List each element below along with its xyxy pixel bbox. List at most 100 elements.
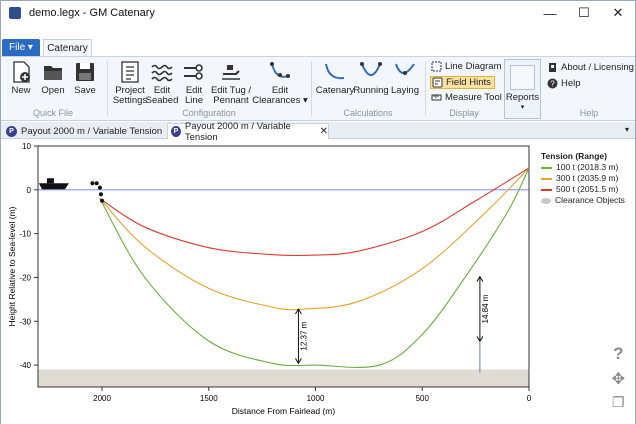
line-node-dot xyxy=(98,192,103,197)
line-diagram-toggle[interactable]: Line Diagram xyxy=(431,61,502,72)
group-label-display: Display xyxy=(449,108,479,118)
laying-button[interactable]: Laying xyxy=(391,60,419,96)
vessel-hull-icon xyxy=(38,183,69,190)
minimize-button[interactable]: — xyxy=(533,1,567,25)
catenary-curve-icon xyxy=(325,63,345,80)
reports-button[interactable]: Reports ▾ xyxy=(504,59,541,119)
ruler-icon xyxy=(431,94,442,101)
catenary-series-line xyxy=(99,167,530,257)
payout-icon: P xyxy=(6,125,17,137)
group-help: About / Licensing ? Help Help xyxy=(545,57,634,120)
save-disk-icon xyxy=(76,63,94,81)
close-tab-icon[interactable]: ✕ xyxy=(320,126,328,137)
tug-pennant-icon xyxy=(222,65,240,80)
catenary-series-line xyxy=(99,167,530,311)
catenary-chart[interactable]: 10 0 -10 -20 -30 -40 2000 1500 1000 500 0 Distance … xyxy=(1,140,635,424)
clearance-curve-icon xyxy=(270,62,290,78)
edit-tug-pennant-button[interactable]: Edit Tug / Pennant xyxy=(211,60,251,106)
group-calculations: Catenary Running Laying Calculations xyxy=(313,57,423,120)
seabed-area xyxy=(38,369,529,387)
legend-title: Tension (Range) xyxy=(541,151,607,161)
group-display: Line Diagram Field Hints Measure Tool Di… xyxy=(427,57,502,120)
edit-clearances-label: Edit Clearances ▾ xyxy=(252,85,308,106)
x-axis-label: Distance From Fairlead (m) xyxy=(232,406,336,416)
line-node-dot xyxy=(90,181,95,186)
reports-dropdown-icon: ▾ xyxy=(520,104,525,111)
catenary-label: Catenary xyxy=(315,85,355,96)
x-tick-label: 500 xyxy=(416,394,430,403)
svg-text:?: ? xyxy=(550,80,555,89)
copy-icon[interactable]: ❐ xyxy=(612,394,625,411)
ribbon-divider xyxy=(311,61,312,116)
legend-item: 100 t (2018.3 m) xyxy=(541,162,625,173)
edit-line-button[interactable]: Edit Line xyxy=(181,60,207,106)
new-button[interactable]: New xyxy=(9,60,33,96)
help-button[interactable]: ? Help xyxy=(547,78,581,89)
reports-label: Reports xyxy=(505,92,540,103)
file-menu-tab[interactable]: File ▾ xyxy=(2,39,40,56)
y-axis-label: Height Relative to Sea-level (m) xyxy=(7,206,17,326)
group-label-calculations: Calculations xyxy=(343,108,393,118)
tab-catenary[interactable]: Catenary xyxy=(43,39,92,57)
help-question-icon[interactable]: ? xyxy=(613,344,623,364)
y-tick-label: 0 xyxy=(27,186,32,195)
maximize-button[interactable]: ☐ xyxy=(567,1,601,25)
open-label: Open xyxy=(41,85,65,96)
chart-legend: Tension (Range) 100 t (2018.3 m) 300 t (… xyxy=(541,151,625,206)
plot-frame xyxy=(37,145,530,388)
x-tick-label: 0 xyxy=(527,394,532,403)
line-node-dot xyxy=(97,185,102,190)
save-button[interactable]: Save xyxy=(73,60,97,96)
legend-label: Clearance Objects xyxy=(555,195,625,205)
legend-label: 300 t (2035.9 m) xyxy=(556,173,619,183)
ribbon-divider xyxy=(425,61,426,116)
chart-area: 10 0 -10 -20 -30 -40 2000 1500 1000 500 0 Distance … xyxy=(1,140,635,424)
new-label: New xyxy=(11,85,31,96)
edit-clearances-button[interactable]: Edit Clearances ▾ xyxy=(252,60,308,106)
document-tab-1[interactable]: P Payout 2000 m / Variable Tension xyxy=(3,123,166,139)
line-diagram-icon xyxy=(431,61,442,72)
open-button[interactable]: Open xyxy=(41,60,65,96)
y-tick-label: 10 xyxy=(22,142,31,151)
document-tab-label: Payout 2000 m / Variable Tension xyxy=(21,125,163,137)
measure-tool-label: Measure Tool xyxy=(445,92,502,103)
x-tick-label: 2000 xyxy=(93,394,111,403)
field-hints-label: Field Hints xyxy=(446,77,491,88)
ribbon-divider xyxy=(107,61,108,116)
document-tab-2[interactable]: P Payout 2000 m / Variable Tension ✕ xyxy=(167,121,329,143)
app-icon xyxy=(9,7,21,19)
catenary-button[interactable]: Catenary xyxy=(315,60,355,96)
measure-tool-toggle[interactable]: Measure Tool xyxy=(431,92,502,103)
clearance-value-label: 14.84 m xyxy=(481,294,490,323)
project-settings-label: Project Settings xyxy=(112,85,148,106)
legend-item: Clearance Objects xyxy=(541,195,625,206)
group-label-help: Help xyxy=(579,108,599,118)
tab-list-dropdown-icon[interactable]: ▾ xyxy=(625,125,629,134)
y-tick-label: -20 xyxy=(19,273,31,282)
group-label-configuration: Configuration xyxy=(182,108,236,118)
y-tick-label: -30 xyxy=(19,317,31,326)
help-label: Help xyxy=(561,78,581,89)
open-folder-icon xyxy=(44,66,62,80)
laying-label: Laying xyxy=(391,85,419,96)
new-file-icon xyxy=(13,61,30,83)
payout-icon: P xyxy=(171,126,181,137)
legend-item: 300 t (2035.9 m) xyxy=(541,173,625,184)
close-button[interactable]: ✕ xyxy=(601,1,635,25)
field-hints-icon xyxy=(432,77,443,88)
line-diagram-label: Line Diagram xyxy=(445,61,502,72)
about-licensing-button[interactable]: About / Licensing xyxy=(547,62,634,73)
document-tabs: P Payout 2000 m / Variable Tension P Pay… xyxy=(1,121,635,143)
pan-move-icon[interactable]: ✥ xyxy=(612,369,625,389)
waves-icon xyxy=(151,64,173,82)
line-node-dot xyxy=(100,198,105,203)
legend-label: 100 t (2018.3 m) xyxy=(556,162,619,172)
running-button[interactable]: Running xyxy=(353,60,389,96)
edit-seabed-button[interactable]: Edit Seabed xyxy=(146,60,178,106)
edit-tug-pennant-label: Edit Tug / Pennant xyxy=(210,85,252,106)
license-icon xyxy=(549,63,556,72)
project-settings-button[interactable]: Project Settings xyxy=(113,60,147,106)
x-tick-label: 1000 xyxy=(307,394,325,403)
vessel-cabin-icon xyxy=(46,178,54,184)
field-hints-toggle[interactable]: Field Hints xyxy=(430,76,495,89)
